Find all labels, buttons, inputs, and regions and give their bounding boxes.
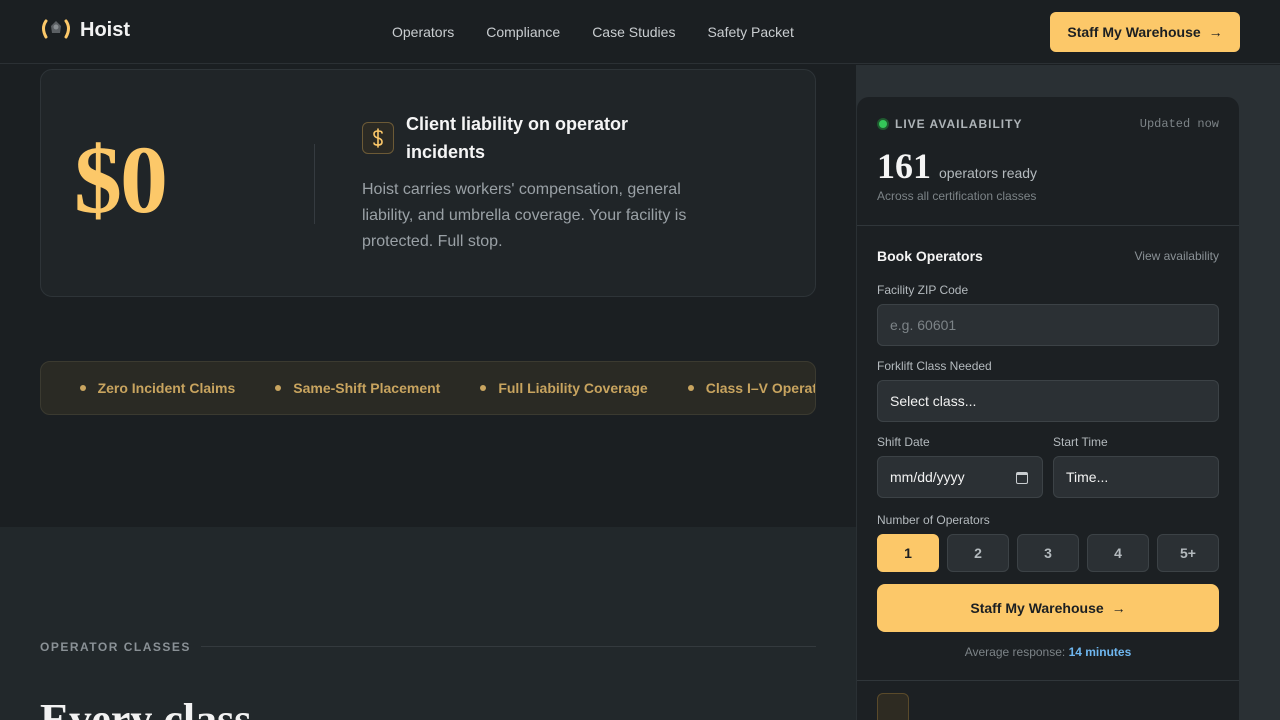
- stat-divider: [314, 144, 315, 224]
- top-header: Hoist Operators Compliance Case Studies …: [0, 0, 1280, 64]
- zip-input[interactable]: e.g. 60601: [877, 304, 1219, 346]
- ticker-item: Same-Shift Placement: [275, 380, 440, 396]
- count-number: 161: [877, 146, 931, 186]
- submit-label: Staff My Warehouse: [970, 600, 1104, 616]
- staff-warehouse-header-button[interactable]: Staff My Warehouse →: [1050, 12, 1240, 52]
- booking-panel: LIVE AVAILABILITY Updated now 161 operat…: [857, 97, 1239, 720]
- start-time-select[interactable]: Time...: [1053, 456, 1219, 498]
- main-nav: Operators Compliance Case Studies Safety…: [392, 24, 794, 40]
- bullet-icon: [275, 385, 282, 391]
- updated-timestamp: Updated now: [1139, 117, 1219, 131]
- section-label: OPERATOR CLASSES: [40, 640, 191, 654]
- view-availability-link[interactable]: View availability: [1135, 249, 1220, 263]
- arrow-right-icon: →: [1208, 24, 1223, 40]
- liability-stat-card: $0 Client liability on operator incident…: [40, 69, 816, 297]
- avg-value: 14 minutes: [1068, 645, 1132, 659]
- ticker-item: Zero Incident Claims: [79, 380, 235, 396]
- ticker-track: d Zero Incident Claims Same-Shift Placem…: [41, 362, 815, 414]
- operator-option-3[interactable]: 3: [1017, 534, 1079, 572]
- live-status-icon: [877, 118, 889, 130]
- count-label: operators ready: [939, 165, 1038, 181]
- average-response: Average response: 14 minutes: [857, 645, 1239, 659]
- section-heading: Every class: [40, 695, 252, 720]
- nav-operators[interactable]: Operators: [392, 24, 454, 40]
- stat-title: Client liability on operator incidents: [406, 114, 629, 162]
- calendar-icon[interactable]: [1016, 472, 1028, 484]
- ticker-item: Full Liability Coverage: [480, 380, 648, 396]
- header-cta-label: Staff My Warehouse: [1067, 24, 1201, 40]
- staff-warehouse-submit-button[interactable]: Staff My Warehouse →: [877, 584, 1219, 632]
- operator-option-4[interactable]: 4: [1087, 534, 1149, 572]
- zip-label: Facility ZIP Code: [877, 283, 969, 297]
- operator-option-5-plus[interactable]: 5+: [1157, 534, 1219, 572]
- live-label: LIVE AVAILABILITY: [895, 117, 1023, 131]
- panel-divider: [857, 680, 1239, 681]
- shift-date-input[interactable]: mm/dd/yyyy: [877, 456, 1043, 498]
- nav-safety-packet[interactable]: Safety Packet: [707, 24, 793, 40]
- operator-option-2[interactable]: 2: [947, 534, 1009, 572]
- laurel-logo-icon: [42, 19, 70, 39]
- section-divider: [201, 646, 816, 647]
- stat-value: $0: [74, 126, 168, 233]
- nav-case-studies[interactable]: Case Studies: [592, 24, 675, 40]
- brand-name: Hoist: [80, 18, 130, 41]
- bullet-icon: [79, 385, 86, 391]
- operator-option-1[interactable]: 1: [877, 534, 939, 572]
- operator-count: 161 operators ready: [877, 145, 1037, 187]
- date-value: mm/dd/yyyy: [890, 469, 965, 485]
- operator-classes-section: OPERATOR CLASSES Every class: [0, 527, 856, 720]
- feature-icon: [877, 693, 909, 720]
- time-label: Start Time: [1053, 435, 1108, 449]
- operator-count-options: 1 2 3 4 5+: [877, 534, 1219, 572]
- stat-description: Hoist carries workers' compensation, gen…: [362, 181, 687, 250]
- panel-divider: [857, 225, 1239, 226]
- count-subtext: Across all certification classes: [877, 189, 1037, 203]
- arrow-right-icon: →: [1111, 600, 1126, 616]
- live-availability: LIVE AVAILABILITY: [877, 117, 1022, 131]
- bullet-icon: [480, 385, 487, 391]
- ticker-item: Class I–V Operato: [687, 380, 815, 396]
- operators-label: Number of Operators: [877, 513, 990, 527]
- class-label: Forklift Class Needed: [877, 359, 992, 373]
- forklift-class-select[interactable]: Select class...: [877, 380, 1219, 422]
- avg-prefix: Average response:: [964, 645, 1066, 659]
- form-title: Book Operators: [877, 248, 983, 264]
- dollar-icon: [362, 122, 394, 154]
- bullet-icon: [687, 385, 694, 391]
- brand-logo[interactable]: Hoist: [40, 18, 130, 42]
- nav-compliance[interactable]: Compliance: [486, 24, 560, 40]
- feature-ticker: d Zero Incident Claims Same-Shift Placem…: [40, 361, 816, 415]
- date-label: Shift Date: [877, 435, 930, 449]
